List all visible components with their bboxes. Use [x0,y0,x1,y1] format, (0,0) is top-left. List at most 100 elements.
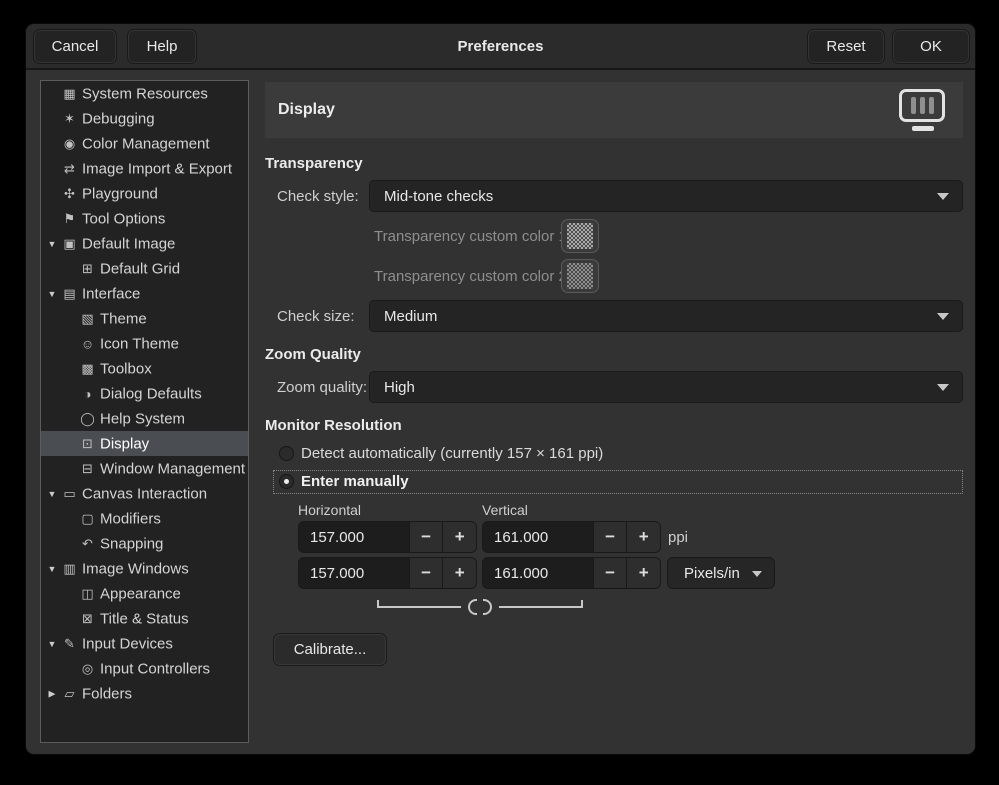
zoom-quality-dropdown[interactable]: High [369,371,963,403]
broken-chain-icon [468,599,477,615]
sidebar-item-icon-theme[interactable]: ☺ Icon Theme [41,331,248,356]
decrement-button[interactable]: − [593,558,627,588]
checkerboard-swatch [567,223,593,249]
help-button[interactable]: Help [127,29,197,64]
check-size-dropdown[interactable]: Medium [369,300,963,332]
expander-open-icon[interactable]: ▼ [46,639,58,649]
decrement-button[interactable]: − [409,558,443,588]
dialog-titlebar: Cancel Help Preferences Reset OK [26,24,975,70]
horizontal-column-label: Horizontal [298,502,361,518]
reset-button[interactable]: Reset [807,29,885,64]
sidebar-item-title-status[interactable]: ⊠Title & Status [41,606,248,631]
chip-icon: ▦ [61,86,78,102]
zoom-quality-label: Zoom quality: [277,379,367,396]
interface-icon: ▤ [61,286,78,302]
sidebar-item-label: Tool Options [82,210,165,227]
sidebar-item-label: Default Grid [100,260,180,277]
icon-theme-icon: ☺ [79,336,96,351]
sidebar-item-system-resources[interactable]: ▦System Resources [41,81,248,106]
page-title: Display [278,101,335,119]
sidebar-item-default-image[interactable]: ▼▣Default Image [41,231,248,256]
sidebar-item-label: Title & Status [100,610,189,627]
sidebar-item-playground[interactable]: ✣Playground [41,181,248,206]
sidebar-item-dialog-defaults[interactable]: ◑Dialog Defaults [41,381,248,406]
increment-button[interactable]: + [626,558,660,588]
chain-line [499,606,583,608]
vertical-ppi-input[interactable]: 161.000 [483,522,593,552]
sidebar-item-label: Display [100,435,149,452]
sidebar-item-label: Default Image [82,235,175,252]
checkerboard-swatch [567,263,593,289]
calibrate-button[interactable]: Calibrate... [273,633,387,666]
sidebar-item-label: Image Import & Export [82,160,232,177]
increment-button[interactable]: + [442,522,476,552]
decrement-button[interactable]: − [409,522,443,552]
check-style-label: Check style: [277,188,359,205]
help-system-icon: ◯ [79,411,96,427]
sidebar-item-image-windows[interactable]: ▼▥Image Windows [41,556,248,581]
chevron-down-icon [937,313,949,320]
sidebar-item-appearance[interactable]: ◫Appearance [41,581,248,606]
sidebar-item-folders[interactable]: ▶▱Folders [41,681,248,706]
sidebar-item-window-management[interactable]: ⊟Window Management [41,456,248,481]
sidebar-item-input-controllers[interactable]: ◎Input Controllers [41,656,248,681]
sidebar-item-label: Input Devices [82,635,173,652]
expander-open-icon[interactable]: ▼ [46,489,58,499]
expander-open-icon[interactable]: ▼ [46,289,58,299]
sidebar-item-help-system[interactable]: ◯Help System [41,406,248,431]
snapping-icon: ↶ [79,536,96,552]
sidebar-item-label: Icon Theme [100,335,179,352]
enter-manually-radio[interactable] [279,474,294,489]
sidebar-item-label: Theme [100,310,147,327]
decrement-button[interactable]: − [593,522,627,552]
increment-button[interactable]: + [626,522,660,552]
sidebar-item-label: Help System [100,410,185,427]
transparency-heading: Transparency [265,155,363,172]
sidebar-item-color-management[interactable]: ◉Color Management [41,131,248,156]
import-export-icon: ⇄ [61,161,78,177]
cancel-button[interactable]: Cancel [33,29,117,64]
sidebar-item-display[interactable]: ⊡Display [41,431,248,456]
ok-button[interactable]: OK [892,29,970,64]
vertical-column-label: Vertical [482,502,528,518]
color-circles-icon: ◉ [61,136,78,152]
expander-open-icon[interactable]: ▼ [46,239,58,249]
sidebar-item-theme[interactable]: ▧Theme [41,306,248,331]
sidebar-item-snapping[interactable]: ↶Snapping [41,531,248,556]
sidebar-item-label: Window Management [100,460,245,477]
detect-automatically-radio[interactable] [279,446,294,461]
custom-color1-swatch-button[interactable] [561,219,599,253]
monitor-icon [899,89,947,131]
expander-open-icon[interactable]: ▼ [46,564,58,574]
title-status-icon: ⊠ [79,611,96,627]
sidebar-item-tool-options[interactable]: ⚑Tool Options [41,206,248,231]
chevron-down-icon [937,193,949,200]
custom-color2-swatch-button[interactable] [561,259,599,293]
sidebar-item-label: Folders [82,685,132,702]
screen: Cancel Help Preferences Reset OK ▦System… [0,0,999,785]
custom-color2-label: Transparency custom color 2 [374,268,567,285]
folders-icon: ▱ [61,686,78,702]
expander-closed-icon[interactable]: ▶ [46,688,58,699]
sidebar-item-toolbox[interactable]: ▩Toolbox [41,356,248,381]
check-style-dropdown[interactable]: Mid-tone checks [369,180,963,212]
link-chain-toggle[interactable] [377,595,583,617]
sidebar-item-canvas-interaction[interactable]: ▼▭Canvas Interaction [41,481,248,506]
increment-button[interactable]: + [442,558,476,588]
sidebar-item-interface[interactable]: ▼▤Interface [41,281,248,306]
horizontal-units-input[interactable]: 157.000 [299,558,409,588]
sidebar-item-image-import-export[interactable]: ⇄Image Import & Export [41,156,248,181]
vertical-units-input[interactable]: 161.000 [483,558,593,588]
image-default-icon: ▣ [61,236,78,252]
resolution-unit-dropdown[interactable]: Pixels/in [667,557,775,589]
sidebar-item-label: Debugging [82,110,155,127]
sidebar-tree: ▦System Resources✶Debugging◉Color Manage… [40,80,249,743]
sidebar-item-input-devices[interactable]: ▼✎Input Devices [41,631,248,656]
sidebar-item-debugging[interactable]: ✶Debugging [41,106,248,131]
sidebar-item-label: Playground [82,185,158,202]
horizontal-ppi-input[interactable]: 157.000 [299,522,409,552]
sidebar-item-label: Snapping [100,535,163,552]
canvas-icon: ▭ [61,486,78,502]
sidebar-item-default-grid[interactable]: ⊞Default Grid [41,256,248,281]
sidebar-item-modifiers[interactable]: ▢Modifiers [41,506,248,531]
